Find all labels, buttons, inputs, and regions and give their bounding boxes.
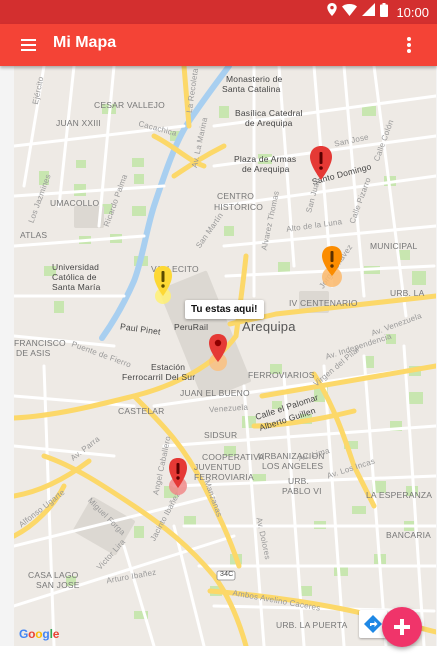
label-estacion: Estación [151, 362, 186, 372]
hamburger-menu-icon[interactable] [18, 34, 42, 56]
status-time: 10:00 [396, 4, 429, 20]
label-urb-la: URB. LA [390, 288, 425, 298]
signal-icon [362, 3, 376, 21]
label-casa-lago: CASA LAGO [28, 570, 79, 580]
bottom-edge [0, 646, 437, 662]
label-castelar: CASTELAR [118, 406, 165, 416]
label-cesar-vallejo: CESAR VALLEJO [94, 100, 165, 110]
label-umacollo: UMACOLLO [50, 198, 100, 208]
label-perurail: PeruRail [174, 322, 209, 332]
label-los-angeles: LOS ANGELES [262, 461, 324, 471]
red-alert-marker-south[interactable] [163, 456, 193, 500]
label-bancaria: BANCARIA [386, 530, 432, 540]
status-bar: 10:00 [0, 0, 437, 24]
label-urb-la-puerta: URB. LA PUERTA [276, 620, 348, 630]
add-fab-button[interactable] [382, 607, 422, 647]
location-icon [327, 3, 338, 21]
label-arequipa: Arequipa [242, 319, 296, 334]
label-urb: URB. [288, 476, 310, 486]
label-santa-maria: Santa María [52, 282, 101, 292]
label-ferroviarios: FERROVIARIOS [248, 370, 315, 380]
label-juan-bueno: JUAN EL BUENO [180, 388, 250, 398]
orange-alert-marker[interactable] [317, 244, 347, 288]
label-atlas: ATLAS [20, 230, 48, 240]
label-iv-centenario: IV CENTENARIO [289, 298, 358, 308]
label-santa-catalina: Santa Catalina [222, 84, 281, 94]
google-logo: Google [19, 627, 60, 641]
label-san-jose-2: SAN JOSE [36, 580, 80, 590]
label-universidad: Universidad [52, 262, 100, 272]
label-centro: CENTRO [217, 191, 255, 201]
label-basilica-2: de Arequipa [245, 118, 293, 128]
label-cooperativa: COOPERATIVA [202, 452, 265, 462]
label-highway-34c: 34C [220, 571, 234, 578]
location-callout: Tu estas aqui! [185, 300, 264, 319]
label-sidsur: SIDSUR [204, 430, 238, 440]
label-la-esperanza: LA ESPERANZA [366, 490, 433, 500]
map-view[interactable]: Monasterio de Santa Catalina Basílica Ca… [14, 66, 436, 646]
label-pablo-vi: PABLO VI [282, 486, 322, 496]
app-screen: 10:00 Mi Mapa Monasterio de Santa Catali… [0, 0, 437, 662]
status-icons: 10:00 [327, 2, 429, 22]
label-basilica: Basílica Catedral [235, 108, 303, 118]
label-catolica: Católica de [52, 272, 97, 282]
label-historico: HISTÓRICO [214, 202, 264, 212]
current-location-marker[interactable] [203, 332, 233, 376]
app-title: Mi Mapa [53, 34, 117, 51]
label-municipal: MUNICIPAL [370, 241, 418, 251]
label-monasterio: Monasterio de [226, 74, 283, 84]
plus-icon-vertical [400, 619, 404, 635]
battery-icon [380, 2, 389, 22]
red-alert-marker[interactable] [306, 144, 336, 188]
label-juan-xxiii: JUAN XXIII [56, 118, 101, 128]
label-juventud: JUVENTUD [194, 462, 241, 472]
app-bar: Mi Mapa [0, 24, 437, 66]
label-francisco: FRANCISCO [14, 338, 66, 348]
label-ferrocarril: Ferrocarril Del Sur [122, 372, 196, 382]
more-vert-icon[interactable] [401, 35, 417, 55]
label-plaza: Plaza de Armas [234, 154, 297, 164]
label-plaza-2: de Arequipa [242, 164, 290, 174]
wifi-icon [342, 3, 358, 21]
yellow-alert-marker[interactable] [148, 264, 178, 308]
label-de-asis: DE ASIS [16, 348, 51, 358]
